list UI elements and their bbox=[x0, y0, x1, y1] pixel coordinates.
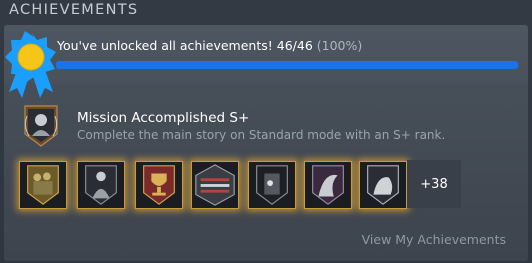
more-achievements-count[interactable]: +38 bbox=[407, 160, 461, 208]
featured-achievement-description: Complete the main story on Standard mode… bbox=[77, 128, 446, 142]
summary-strip bbox=[4, 25, 528, 83]
achievement-soldier-group-icon[interactable] bbox=[19, 161, 67, 209]
view-my-achievements-link[interactable]: View My Achievements bbox=[362, 232, 506, 247]
achievement-badge-icon bbox=[3, 30, 59, 100]
achievement-skull-door-icon[interactable] bbox=[248, 161, 296, 209]
progress-fill bbox=[56, 61, 518, 69]
unlock-percent: (100%) bbox=[316, 38, 363, 53]
achievement-rifles-icon[interactable] bbox=[191, 161, 239, 209]
achievement-trophy-icon[interactable] bbox=[135, 161, 183, 209]
featured-achievement-icon[interactable] bbox=[19, 104, 63, 148]
achievement-creature-icon[interactable] bbox=[359, 161, 407, 209]
unlock-count: You've unlocked all achievements! 46/46 bbox=[57, 38, 313, 53]
achievement-hooded-figure-icon[interactable] bbox=[77, 161, 125, 209]
featured-achievement-title: Mission Accomplished S+ bbox=[77, 110, 250, 126]
section-title: ACHIEVEMENTS bbox=[9, 2, 139, 18]
progress-bar bbox=[56, 61, 518, 69]
achievement-wraith-icon[interactable] bbox=[304, 161, 352, 209]
unlock-summary-text: You've unlocked all achievements! 46/46 … bbox=[57, 38, 362, 53]
